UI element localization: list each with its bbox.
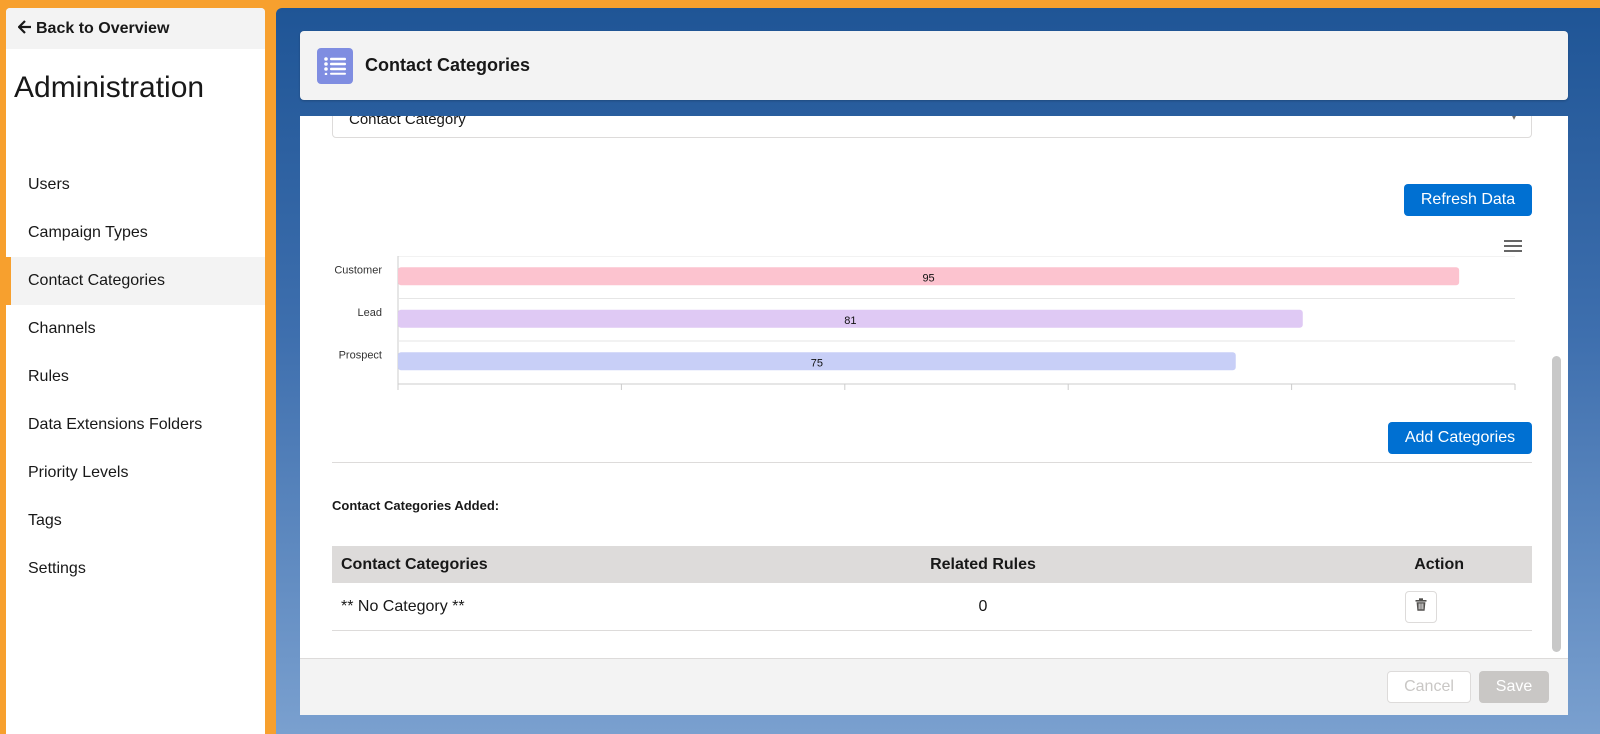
cancel-button[interactable]: Cancel	[1387, 671, 1471, 703]
sidebar-item-label: Rules	[28, 368, 69, 385]
categories-table: Contact Categories Related Rules Action …	[332, 546, 1532, 631]
sidebar-item-channels[interactable]: Channels	[6, 305, 265, 353]
sidebar-item-users[interactable]: Users	[6, 161, 265, 209]
sidebar-item-priority-levels[interactable]: Priority Levels	[6, 449, 265, 497]
list-icon	[317, 47, 353, 84]
arrow-left-icon	[17, 19, 32, 39]
sidebar-item-label: Data Extensions Folders	[28, 416, 203, 433]
data-label: 95	[922, 272, 934, 284]
bar-chart: Customer 95 Lead 81 Prospect 75	[334, 256, 1516, 390]
data-label: 81	[844, 315, 856, 327]
column-header: Action	[1414, 555, 1464, 573]
sidebar-item-label: Campaign Types	[28, 224, 148, 241]
trash-icon	[1415, 597, 1427, 616]
sidebar-nav: Users Campaign Types Contact Categories …	[6, 161, 265, 593]
sidebar-item-label: Contact Categories	[28, 272, 165, 289]
sidebar-title: Administration	[14, 71, 205, 104]
sidebar-item-label: Channels	[28, 320, 96, 337]
data-label: 75	[811, 357, 823, 369]
main-panel: Contact Categories Contact Category ▾ Re…	[276, 8, 1600, 734]
action-cell	[1134, 590, 1532, 623]
sidebar-item-data-extensions-folders[interactable]: Data Extensions Folders	[6, 401, 265, 449]
sidebar-item-label: Priority Levels	[28, 464, 129, 481]
back-link-label: Back to Overview	[36, 19, 170, 37]
sidebar-item-rules[interactable]: Rules	[6, 353, 265, 401]
sidebar-item-label: Users	[28, 176, 70, 193]
sidebar-item-label: Tags	[28, 512, 62, 529]
section-label: Contact Categories Added:	[332, 498, 500, 513]
sidebar-item-contact-categories[interactable]: Contact Categories	[6, 257, 265, 305]
chart-menu-icon[interactable]	[1504, 240, 1522, 254]
delete-button[interactable]	[1405, 590, 1437, 623]
add-categories-button[interactable]: Add Categories	[1388, 422, 1532, 454]
column-header: Related Rules	[930, 555, 1036, 573]
table-row: ** No Category ** 0	[332, 583, 1532, 631]
category-label: Lead	[358, 307, 382, 319]
divider	[332, 462, 1532, 463]
refresh-data-button[interactable]: Refresh Data	[1404, 184, 1532, 216]
sidebar-item-label: Settings	[28, 560, 86, 577]
related-rules-cell: 0	[978, 597, 988, 615]
sidebar-item-campaign-types[interactable]: Campaign Types	[6, 209, 265, 257]
save-button[interactable]: Save	[1479, 671, 1549, 703]
column-header: Contact Categories	[341, 555, 488, 573]
page-header: Contact Categories	[300, 31, 1568, 100]
category-label: Prospect	[339, 349, 382, 361]
sidebar-item-settings[interactable]: Settings	[6, 545, 265, 593]
category-cell: ** No Category **	[341, 597, 465, 615]
category-select-value: Contact Category	[349, 116, 466, 128]
category-label: Customer	[334, 264, 382, 276]
scrollbar[interactable]	[1552, 356, 1561, 652]
category-select[interactable]: Contact Category ▾	[332, 116, 1532, 138]
sidebar-item-tags[interactable]: Tags	[6, 497, 265, 545]
table-header: Contact Categories Related Rules Action	[332, 546, 1532, 583]
content-panel: Contact Category ▾ Refresh Data Customer…	[300, 116, 1568, 658]
sidebar: Back to Overview Administration Users Ca…	[6, 8, 265, 734]
chevron-down-icon: ▾	[1510, 116, 1517, 123]
back-to-overview-link[interactable]: Back to Overview	[6, 8, 265, 49]
chart: Customer 95 Lead 81 Prospect 75	[324, 256, 1554, 406]
footer-bar: Cancel Save	[300, 658, 1568, 715]
page-title: Contact Categories	[365, 55, 531, 75]
